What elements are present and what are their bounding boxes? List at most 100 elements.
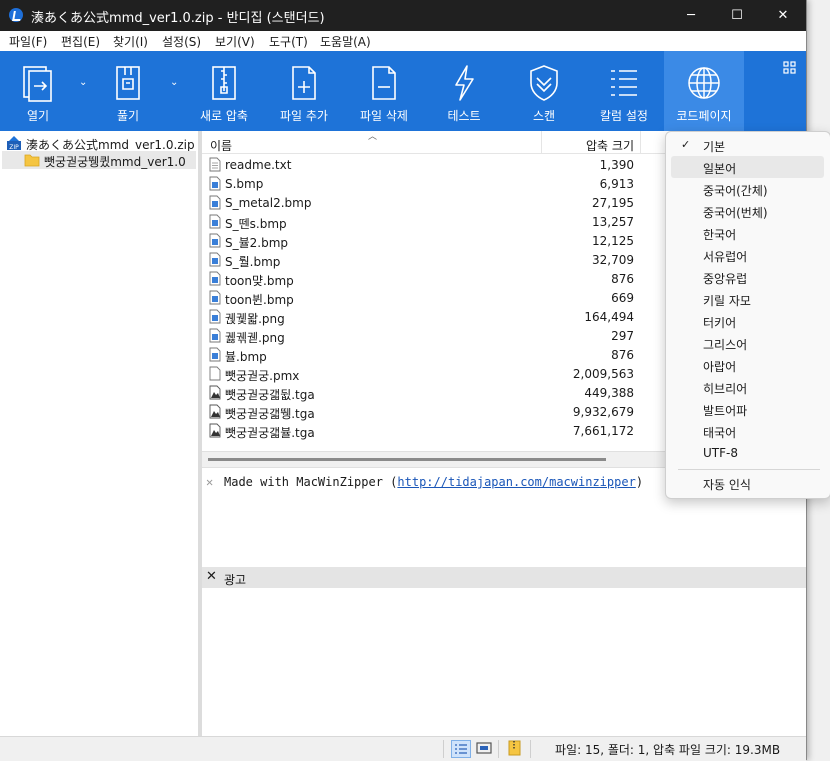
file-name: S_뷸2.bmp	[225, 236, 289, 250]
extract-dropdown-chevron-icon[interactable]: ⌄	[170, 77, 178, 88]
open-button[interactable]: 열기	[0, 51, 76, 131]
comment-text: Made with MacWinZipper (http://tidajapan…	[224, 475, 643, 489]
codepage-item[interactable]: 터키어	[671, 310, 824, 332]
codepage-item-label: 서유럽어	[703, 250, 748, 264]
bandizip-app-icon	[9, 8, 23, 22]
column-settings-label: 칼럼 설정	[600, 109, 648, 123]
new-archive-button[interactable]: 새로 압축	[186, 51, 262, 131]
open-dropdown-chevron-icon[interactable]: ⌄	[79, 77, 87, 88]
preview-view-icon[interactable]	[475, 740, 493, 756]
minimize-button[interactable]: ─	[668, 0, 714, 31]
layout-grid-icon[interactable]	[783, 61, 796, 74]
scan-button[interactable]: 스캔	[506, 51, 582, 131]
add-file-label: 파일 추가	[280, 109, 328, 123]
scan-label: 스캔	[532, 109, 556, 123]
tree-folder-label: 뺏궁궏궁뛩큈mmd_ver1.0	[44, 155, 186, 169]
codepage-item[interactable]: 일본어	[671, 156, 824, 178]
status-divider	[530, 740, 531, 758]
image-file-icon	[209, 309, 221, 324]
folder-tree: ZIP 湊あくあ公式mmd_ver1.0.zip 뺏궁궏궁뛩큈mmd_ver1.…	[0, 131, 199, 760]
file-name: 뺏궁궏궁.pmx	[225, 369, 300, 383]
codepage-item[interactable]: ✓ 기본	[671, 134, 824, 156]
codepage-item[interactable]: UTF-8	[671, 442, 824, 464]
file-name: 궳궦궫.png	[225, 331, 285, 345]
codepage-item[interactable]: 그리스어	[671, 332, 824, 354]
menu-help[interactable]: 도움말(A)	[320, 33, 371, 50]
lightning-bolt-icon	[455, 65, 474, 101]
codepage-item-label: 중국어(간체)	[703, 184, 768, 198]
ad-bar: ✕ 광고	[202, 567, 806, 588]
menu-separator	[678, 469, 820, 470]
ad-area	[202, 588, 806, 736]
folder-icon	[24, 154, 40, 167]
codepage-button[interactable]: 코드페이지	[664, 51, 744, 131]
menu-find[interactable]: 찾기(I)	[113, 33, 148, 50]
column-list-icon	[611, 70, 637, 96]
column-header-name[interactable]: 이름	[210, 137, 232, 154]
zip-archive-icon: ZIP	[7, 136, 21, 151]
file-size: 669	[611, 291, 634, 305]
codepage-item[interactable]: 히브리어	[671, 376, 824, 398]
menu-view[interactable]: 보기(V)	[215, 33, 255, 50]
maximize-button[interactable]: ☐	[714, 0, 760, 31]
file-name: S.bmp	[225, 177, 264, 191]
close-button[interactable]: ✕	[760, 0, 806, 31]
title-bar: 湊あくあ公式mmd_ver1.0.zip - 반디집 (스탠더드) ─ ☐ ✕	[0, 0, 806, 31]
codepage-item[interactable]: 서유럽어	[671, 244, 824, 266]
codepage-item[interactable]: 아랍어	[671, 354, 824, 376]
codepage-auto-detect[interactable]: 자동 인식	[671, 472, 824, 494]
close-ad-icon[interactable]: ✕	[206, 569, 217, 584]
column-settings-button[interactable]: 칼럼 설정	[586, 51, 662, 131]
codepage-item[interactable]: 중앙유럽	[671, 266, 824, 288]
file-size: 9,932,679	[572, 405, 634, 419]
codepage-item-label: 히브리어	[703, 382, 748, 396]
codepage-item[interactable]: 키릴 자모	[671, 288, 824, 310]
image-file-icon	[209, 233, 221, 248]
codepage-item-label: 발트어파	[703, 404, 748, 418]
menu-edit[interactable]: 편집(E)	[61, 33, 100, 50]
file-name: toon먖.bmp	[225, 274, 294, 288]
codepage-item[interactable]: 중국어(번체)	[671, 200, 824, 222]
menu-tools[interactable]: 도구(T)	[269, 33, 308, 50]
add-file-button[interactable]: 파일 추가	[266, 51, 342, 131]
delete-file-label: 파일 삭제	[360, 109, 408, 123]
test-button[interactable]: 테스트	[426, 51, 502, 131]
file-name: toon뷘.bmp	[225, 293, 294, 307]
codepage-item[interactable]: 태국어	[671, 420, 824, 442]
codepage-item[interactable]: 발트어파	[671, 398, 824, 420]
file-name: readme.txt	[225, 158, 292, 172]
extract-button[interactable]: 풀기	[90, 51, 166, 131]
close-comment-icon[interactable]: ✕	[206, 475, 213, 489]
image-file-icon	[209, 328, 221, 343]
status-divider	[443, 740, 444, 758]
menu-settings[interactable]: 설정(S)	[162, 33, 201, 50]
codepage-auto-detect-label: 자동 인식	[703, 478, 751, 492]
comment-suffix: )	[635, 475, 644, 489]
file-size: 13,257	[592, 215, 634, 229]
delete-file-button[interactable]: 파일 삭제	[346, 51, 422, 131]
file-size: 7,661,172	[572, 424, 634, 438]
shield-scan-icon	[530, 65, 558, 101]
status-divider	[498, 740, 499, 758]
extract-label: 풀기	[116, 109, 140, 123]
archive-info-icon[interactable]	[506, 740, 524, 756]
column-divider[interactable]	[640, 131, 641, 153]
codepage-item-label: 그리스어	[703, 338, 748, 352]
file-name: 궩궻뫏.png	[225, 312, 285, 326]
file-size: 27,195	[592, 196, 634, 210]
codepage-item-label: 중국어(번체)	[703, 206, 768, 220]
window-title: 湊あくあ公式mmd_ver1.0.zip - 반디집 (스탠더드)	[31, 11, 325, 26]
details-view-icon[interactable]	[451, 740, 471, 758]
file-name: 뺏궁궏궁갧뷸.tga	[225, 426, 315, 440]
scrollbar-thumb[interactable]	[208, 458, 606, 461]
extract-zip-icon	[116, 66, 140, 100]
codepage-item[interactable]: 중국어(간체)	[671, 178, 824, 200]
menu-file[interactable]: 파일(F)	[9, 33, 47, 50]
codepage-item-label: 터키어	[703, 316, 737, 330]
comment-link[interactable]: http://tidajapan.com/macwinzipper	[397, 475, 635, 489]
svg-text:ZIP: ZIP	[9, 144, 19, 151]
codepage-item[interactable]: 한국어	[671, 222, 824, 244]
tree-folder-item[interactable]: 뺏궁궏궁뛩큈mmd_ver1.0	[2, 151, 196, 169]
column-header-size[interactable]: 압축 크기	[542, 137, 634, 154]
codepage-item-label: 중앙유럽	[703, 272, 748, 286]
